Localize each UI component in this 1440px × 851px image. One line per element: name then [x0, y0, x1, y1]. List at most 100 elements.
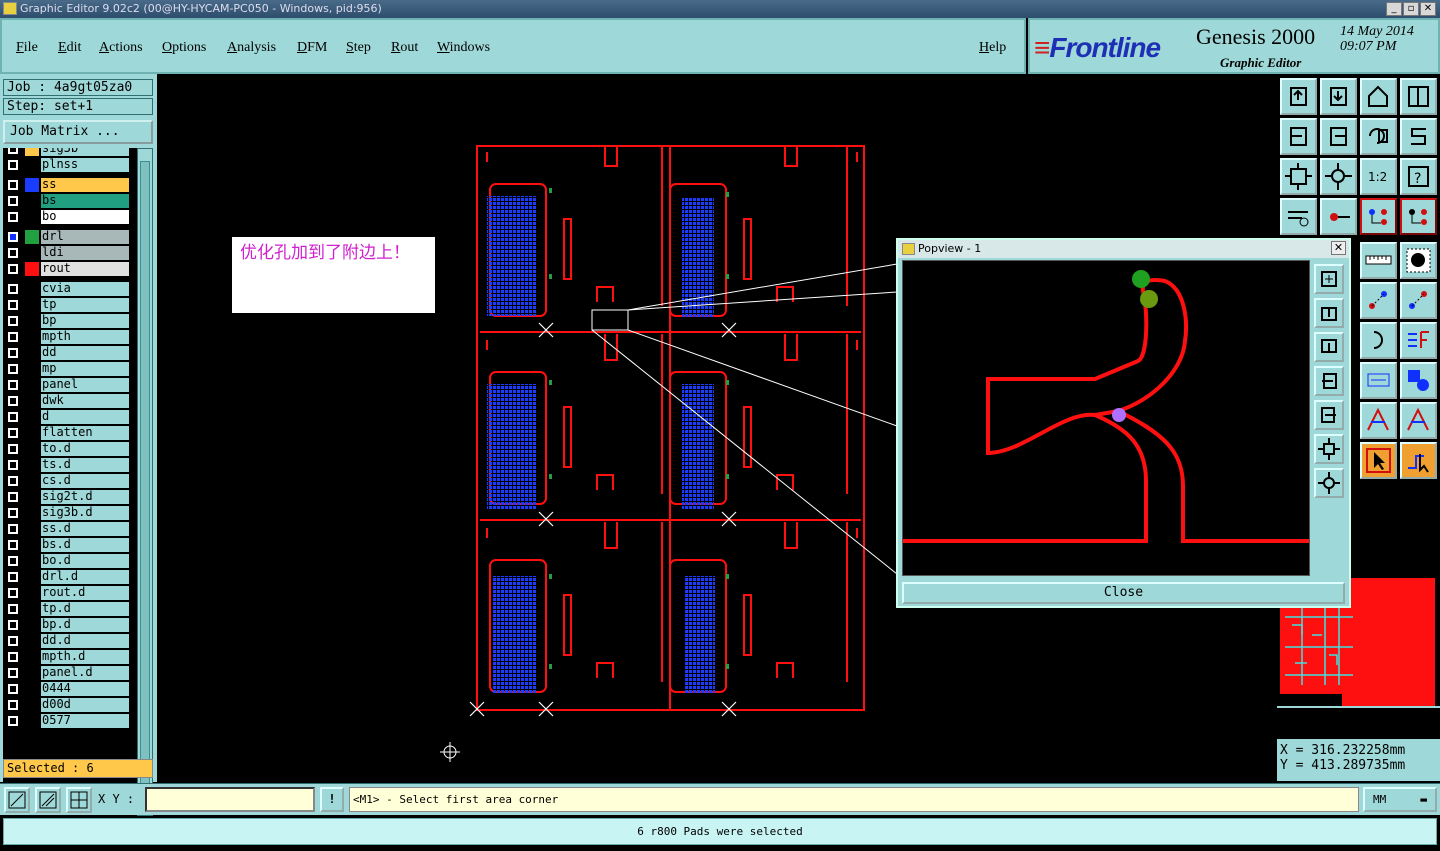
- layer-row[interactable]: d: [3, 410, 129, 424]
- layer-color-swatch[interactable]: [25, 506, 39, 520]
- net-highlight-icon[interactable]: [1400, 198, 1437, 235]
- route-down-icon[interactable]: [1400, 402, 1437, 439]
- layer-name[interactable]: rout: [41, 262, 129, 276]
- layer-checkbox[interactable]: [8, 212, 18, 222]
- layer-checkbox[interactable]: [8, 264, 18, 274]
- layer-row[interactable]: drl.d: [3, 570, 129, 584]
- layer-checkbox[interactable]: [8, 160, 18, 170]
- layer-color-swatch[interactable]: [25, 346, 39, 360]
- layer-checkbox[interactable]: [8, 572, 18, 582]
- layer-row[interactable]: bo: [3, 210, 129, 224]
- layer-checkbox[interactable]: [8, 540, 18, 550]
- layer-color-swatch[interactable]: [25, 210, 39, 224]
- layer-row[interactable]: panel: [3, 378, 129, 392]
- layer-color-swatch[interactable]: [25, 298, 39, 312]
- alert-button[interactable]: !: [320, 787, 344, 812]
- layer-row[interactable]: dwk: [3, 394, 129, 408]
- menu-edit[interactable]: Edit: [58, 40, 81, 56]
- layer-row[interactable]: mp: [3, 362, 129, 376]
- menu-step[interactable]: Step: [346, 40, 371, 56]
- layer-checkbox[interactable]: [8, 508, 18, 518]
- layer-name[interactable]: rout.d: [41, 586, 129, 600]
- layer-scrollbar[interactable]: [137, 148, 153, 816]
- layer-color-swatch[interactable]: [25, 282, 39, 296]
- layer-checkbox[interactable]: [8, 556, 18, 566]
- popview-canvas[interactable]: [902, 260, 1310, 576]
- close-window-button[interactable]: ✕: [1420, 2, 1436, 16]
- layer-name[interactable]: to.d: [41, 442, 129, 456]
- shapes-icon[interactable]: [1400, 362, 1437, 399]
- layer-checkbox[interactable]: [8, 588, 18, 598]
- layer-name[interactable]: 0444: [41, 682, 129, 696]
- layer-name[interactable]: ts.d: [41, 458, 129, 472]
- ruler-icon[interactable]: [1360, 242, 1397, 279]
- select-pointer-icon[interactable]: [1360, 442, 1397, 479]
- layer-color-swatch[interactable]: [25, 586, 39, 600]
- layer-color-swatch[interactable]: [25, 554, 39, 568]
- layer-color-swatch[interactable]: [25, 458, 39, 472]
- layer-name[interactable]: sig3b: [41, 148, 129, 156]
- layer-row[interactable]: bo.d: [3, 554, 129, 568]
- layer-checkbox[interactable]: [8, 652, 18, 662]
- pv-fit-icon[interactable]: [1314, 434, 1344, 464]
- grid-snap-icon[interactable]: [66, 787, 92, 813]
- layer-name[interactable]: flatten: [41, 426, 129, 440]
- menu-help[interactable]: Help: [979, 40, 1006, 56]
- layer-name[interactable]: cvia: [41, 282, 129, 296]
- layer-color-swatch[interactable]: [25, 442, 39, 456]
- layer-checkbox[interactable]: [8, 492, 18, 502]
- layer-name[interactable]: plnss: [41, 158, 129, 172]
- layer-name[interactable]: 0577: [41, 714, 129, 728]
- layer-color-swatch[interactable]: [25, 666, 39, 680]
- layer-color-swatch[interactable]: [25, 158, 39, 172]
- units-select[interactable]: MM ▬: [1363, 787, 1437, 812]
- layer-color-swatch[interactable]: [25, 650, 39, 664]
- pv-center-icon[interactable]: [1314, 468, 1344, 498]
- layer-color-swatch[interactable]: [25, 330, 39, 344]
- layer-name[interactable]: d00d: [41, 698, 129, 712]
- layer-row[interactable]: dd.d: [3, 634, 129, 648]
- help-icon[interactable]: ?: [1400, 158, 1437, 195]
- layer-name[interactable]: sig2t.d: [41, 490, 129, 504]
- layer-row[interactable]: ldi: [3, 246, 129, 260]
- pad-circle-icon[interactable]: [1400, 242, 1437, 279]
- menu-options[interactable]: Options: [162, 40, 206, 56]
- net-display-icon[interactable]: [1360, 198, 1397, 235]
- layer-checkbox[interactable]: [8, 380, 18, 390]
- layer-checkbox[interactable]: [8, 460, 18, 470]
- layer-name[interactable]: cs.d: [41, 474, 129, 488]
- layer-name[interactable]: d: [41, 410, 129, 424]
- pv-down-icon[interactable]: [1314, 332, 1344, 362]
- layer-name[interactable]: panel.d: [41, 666, 129, 680]
- layer-checkbox[interactable]: [8, 604, 18, 614]
- job-matrix-button[interactable]: Job Matrix ...: [3, 120, 153, 144]
- layer-name[interactable]: drl.d: [41, 570, 129, 584]
- scroll-thumb[interactable]: [140, 161, 150, 801]
- layer-row[interactable]: d00d: [3, 698, 129, 712]
- pan-left-icon[interactable]: [1280, 118, 1317, 155]
- layer-name[interactable]: bp.d: [41, 618, 129, 632]
- line-select-icon[interactable]: [35, 787, 61, 813]
- layer-name[interactable]: ldi: [41, 246, 129, 260]
- layer-checkbox[interactable]: [8, 348, 18, 358]
- layer-row[interactable]: mpth.d: [3, 650, 129, 664]
- layer-row[interactable]: tp.d: [3, 602, 129, 616]
- layer-color-swatch[interactable]: [25, 490, 39, 504]
- layer-row[interactable]: dd: [3, 346, 129, 360]
- layer-name[interactable]: bo: [41, 210, 129, 224]
- split-view-icon[interactable]: [1400, 78, 1437, 115]
- menu-dfm[interactable]: DFM: [297, 40, 327, 56]
- layer-row[interactable]: ss: [3, 178, 129, 192]
- layer-row[interactable]: 0577: [3, 714, 129, 728]
- layer-row[interactable]: 0444: [3, 682, 129, 696]
- layer-checkbox[interactable]: [8, 412, 18, 422]
- layer-color-swatch[interactable]: [25, 194, 39, 208]
- flip-layer-icon[interactable]: [1400, 322, 1437, 359]
- layer-row[interactable]: plnss: [3, 158, 129, 172]
- layer-color-swatch[interactable]: [25, 618, 39, 632]
- popview-close-x-icon[interactable]: ✕: [1331, 241, 1346, 255]
- menu-analysis[interactable]: Analysis: [227, 40, 276, 56]
- layer-checkbox[interactable]: [8, 396, 18, 406]
- layer-color-swatch[interactable]: [25, 410, 39, 424]
- scale-one-to-two-icon[interactable]: 1:2: [1360, 158, 1397, 195]
